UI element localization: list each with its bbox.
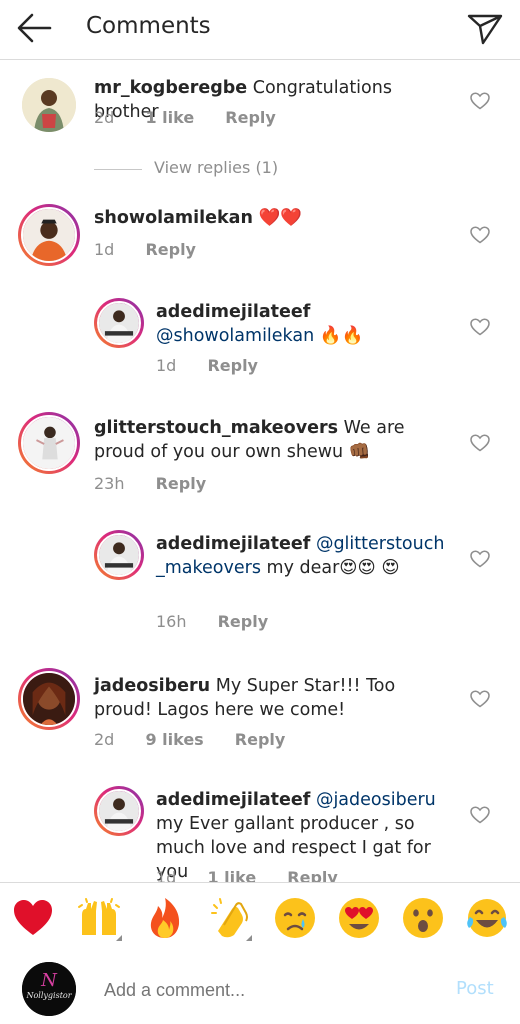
reply-item: adedimejilateef @jadeosiberu my Ever gal… (0, 784, 520, 882)
comment-time: 2d (94, 730, 115, 749)
reply-button[interactable]: Reply (156, 474, 207, 493)
avatar[interactable] (94, 298, 144, 348)
comment-meta: 2d 1 like Reply (94, 108, 302, 127)
avatar-logo-text: Nollygistor (25, 991, 72, 1000)
comment-likes[interactable]: 1 like (145, 108, 194, 127)
comment-time: 1d (94, 240, 115, 259)
comment-time: 1d (156, 356, 177, 375)
comment-username[interactable]: jadeosiberu (94, 676, 210, 696)
direct-send-icon[interactable] (466, 10, 504, 46)
add-comment-input[interactable] (104, 978, 424, 1002)
crying-face-emoji-icon[interactable] (272, 895, 318, 941)
skin-tone-indicator (246, 935, 252, 941)
view-replies-line (94, 169, 142, 170)
comment-time: 23h (94, 474, 125, 493)
comment-item: mr_kogberegbe Congratulations brother 2d… (0, 60, 520, 190)
skin-tone-indicator (116, 935, 122, 941)
mention-link[interactable]: @jadeosiberu (316, 790, 436, 810)
avatar[interactable] (18, 204, 80, 266)
comment-text: adedimejilateef @showolamilekan 🔥🔥 (156, 300, 456, 348)
current-user-avatar[interactable]: N Nollygistor (22, 962, 76, 1016)
comment-meta: 1d Reply (94, 240, 222, 259)
reply-item: adedimejilateef @glitterstouch _makeover… (0, 528, 520, 644)
reply-button[interactable]: Reply (287, 868, 338, 882)
comment-username[interactable]: adedimejilateef (156, 534, 310, 554)
comment-text: jadeosiberu My Super Star!!! Too proud! … (94, 674, 454, 722)
reply-button[interactable]: Reply (225, 108, 276, 127)
reply-button[interactable]: Reply (235, 730, 286, 749)
comment-text: adedimejilateef @glitterstouch _makeover… (156, 532, 446, 580)
emoji-quick-bar (0, 882, 520, 954)
comment-text: glitterstouch_makeovers We are proud of … (94, 416, 454, 464)
comment-meta: 1d 1 like Reply (156, 868, 364, 882)
mention-link[interactable]: @showolamilekan (156, 326, 314, 346)
svg-text:N: N (40, 970, 58, 991)
avatar[interactable] (94, 530, 144, 580)
reply-button[interactable]: Reply (207, 356, 258, 375)
comment-username[interactable]: adedimejilateef (156, 302, 310, 322)
comment-item: glitterstouch_makeovers We are proud of … (0, 412, 520, 512)
avatar[interactable] (18, 668, 80, 730)
heart-eyes-face-emoji-icon[interactable] (336, 895, 382, 941)
astonished-face-emoji-icon[interactable] (400, 895, 446, 941)
top-bar: Comments (0, 0, 520, 60)
comment-meta: 2d 9 likes Reply (94, 730, 311, 749)
comment-likes[interactable]: 1 like (207, 868, 256, 882)
like-heart-icon[interactable] (470, 434, 490, 452)
like-heart-icon[interactable] (470, 690, 490, 708)
comment-body: ❤️❤️ (258, 208, 303, 228)
comment-username[interactable]: showolamilekan (94, 208, 253, 228)
back-arrow-icon[interactable] (14, 10, 54, 46)
like-heart-icon[interactable] (470, 92, 490, 110)
reply-item: adedimejilateef @showolamilekan 🔥🔥 1d Re… (0, 296, 520, 396)
reply-button[interactable]: Reply (218, 612, 269, 631)
heart-emoji-icon[interactable] (10, 895, 56, 941)
comment-meta: 23h Reply (94, 474, 232, 493)
like-heart-icon[interactable] (470, 806, 490, 824)
comment-body: my dear😍😍 😍 (266, 558, 400, 578)
avatar[interactable] (18, 412, 80, 474)
avatar[interactable] (22, 78, 76, 132)
comment-likes[interactable]: 9 likes (145, 730, 203, 749)
comment-composer: N Nollygistor Post (0, 954, 520, 1024)
comments-list[interactable]: mr_kogberegbe Congratulations brother 2d… (0, 60, 520, 882)
fire-emoji-icon[interactable] (142, 895, 188, 941)
like-heart-icon[interactable] (470, 226, 490, 244)
page-title: Comments (86, 13, 211, 39)
avatar[interactable] (94, 786, 144, 836)
comment-item: jadeosiberu My Super Star!!! Too proud! … (0, 668, 520, 768)
comment-item: showolamilekan ❤️❤️ 1d Reply (0, 200, 520, 284)
comment-meta: 1d Reply (156, 356, 284, 375)
comment-username[interactable]: glitterstouch_makeovers (94, 418, 338, 438)
comment-body: 🔥🔥 (319, 326, 364, 346)
comment-username[interactable]: mr_kogberegbe (94, 78, 247, 98)
tears-of-joy-face-emoji-icon[interactable] (464, 895, 510, 941)
comment-time: 1d (156, 868, 177, 882)
comment-username[interactable]: adedimejilateef (156, 790, 310, 810)
comment-text: showolamilekan ❤️❤️ (94, 206, 454, 230)
comment-meta: 16h Reply (156, 612, 294, 631)
comment-time: 16h (156, 612, 187, 631)
like-heart-icon[interactable] (470, 318, 490, 336)
post-button[interactable]: Post (456, 978, 494, 999)
comment-time: 2d (94, 108, 115, 127)
reply-button[interactable]: Reply (145, 240, 196, 259)
like-heart-icon[interactable] (470, 550, 490, 568)
